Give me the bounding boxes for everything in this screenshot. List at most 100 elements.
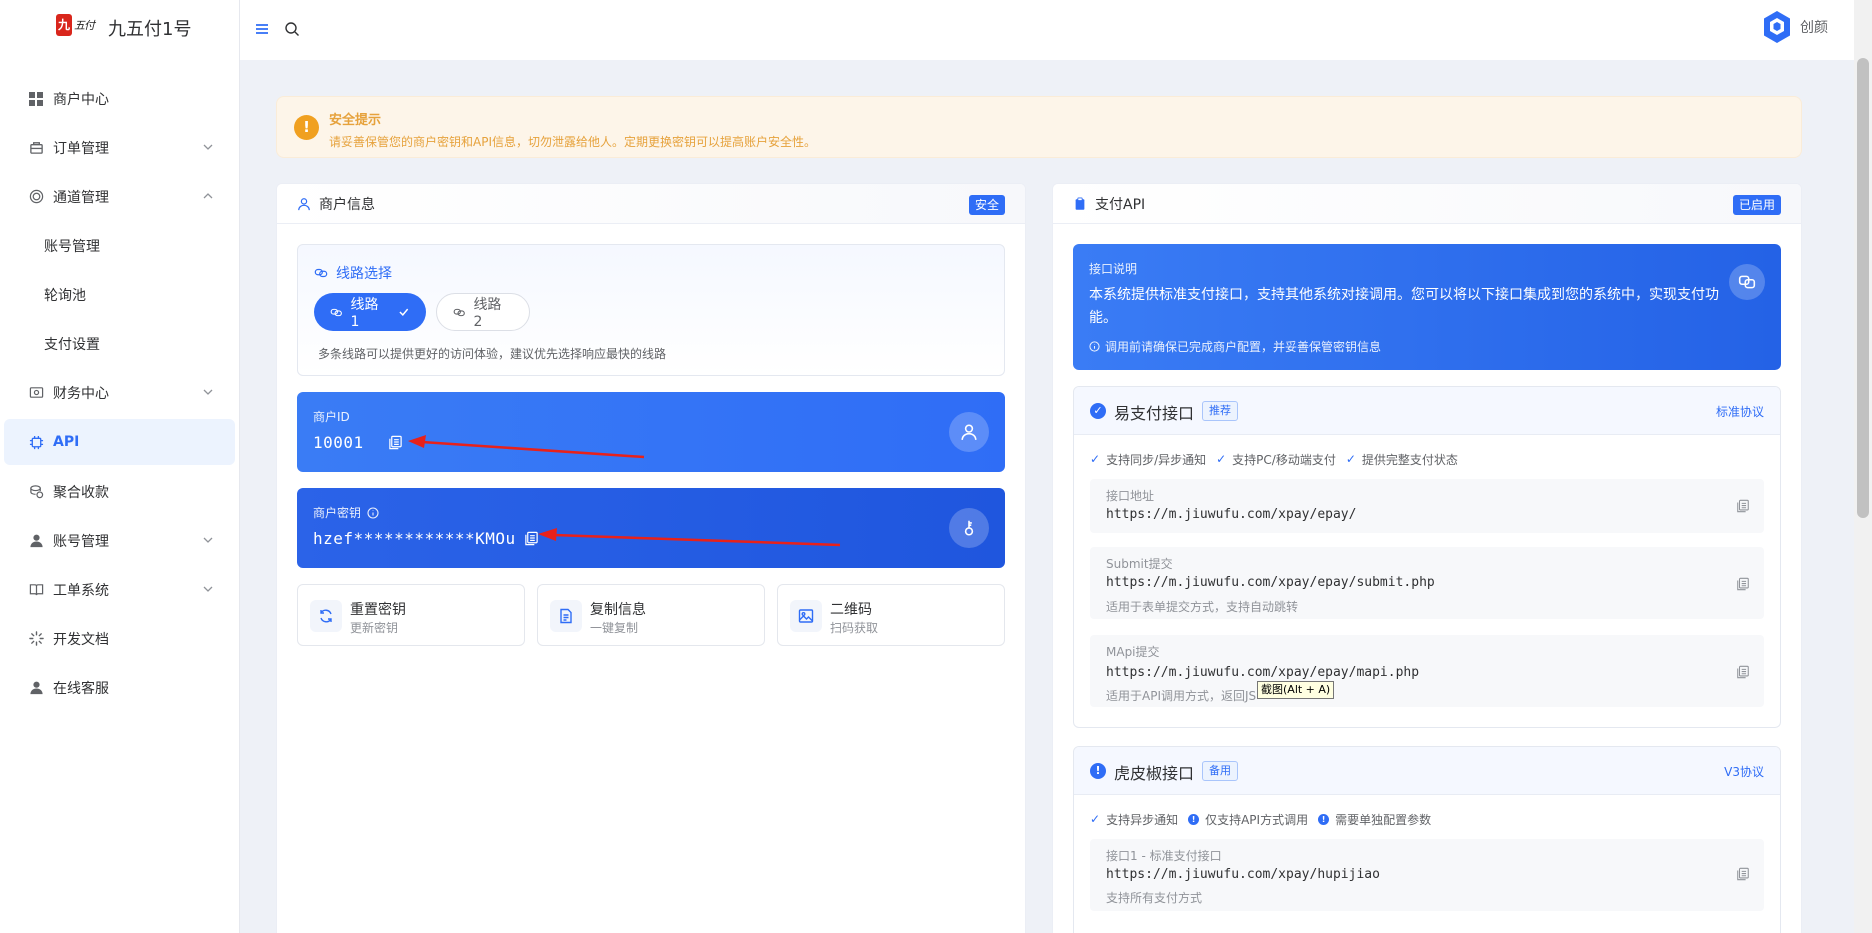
feature-item: ! 仅支持API方式调用	[1188, 811, 1308, 828]
chevron-down-icon	[203, 144, 213, 150]
sidebar-nav: 商户中心 订单管理 通道管理 账号管理 轮询池 支付设置 财务中心 API 聚合…	[0, 56, 239, 712]
sidebar-item-finance[interactable]: 财务中心	[0, 368, 239, 417]
copy-info-button[interactable]: 复制信息 一键复制	[537, 584, 765, 646]
sidebar-item-account-management[interactable]: 账号管理	[0, 516, 239, 565]
logo-area: 九 五付 九五付1号	[0, 0, 239, 56]
warning-icon: !	[294, 115, 319, 140]
route-title: 线路选择	[314, 263, 392, 283]
search-icon[interactable]	[284, 21, 300, 37]
channel-icon	[28, 189, 44, 205]
image-icon	[790, 600, 822, 632]
intro-note-row: 调用前请确保已完成商户配置，并妥善保管密钥信息	[1089, 338, 1381, 355]
enabled-badge: 已启用	[1732, 195, 1781, 215]
endpoint-item: 接口1 - 标准支付接口 https://m.jiuwufu.com/xpay/…	[1090, 839, 1764, 911]
logo-seal: 九	[56, 14, 72, 36]
action-title: 重置密钥	[350, 602, 406, 618]
sidebar-item-api[interactable]: API	[4, 419, 235, 465]
sidebar-item-accounts[interactable]: 账号管理	[0, 221, 239, 270]
endpoint-desc: 适用于API调用方式，返回JS	[1106, 689, 1257, 703]
endpoint-desc: 适用于表单提交方式，支持自动跳转	[1106, 600, 1299, 614]
feature-item: ! 需要单独配置参数	[1318, 811, 1431, 828]
user-outline-icon	[298, 197, 310, 210]
merchant-id-label: 商户ID	[313, 410, 350, 424]
feature-label: 仅支持API方式调用	[1205, 812, 1309, 827]
annotation-arrow	[408, 435, 645, 459]
sidebar-item-payment-settings[interactable]: 支付设置	[0, 319, 239, 368]
card-header: 支付API	[1053, 184, 1801, 224]
spinner-icon	[28, 631, 44, 647]
copy-icon[interactable]	[1736, 867, 1750, 881]
sidebar-item-docs[interactable]: 开发文档	[0, 614, 239, 663]
coins-icon	[28, 484, 44, 500]
chevron-down-icon	[203, 389, 213, 395]
scrollbar-thumb[interactable]	[1857, 58, 1869, 518]
feature-item: ✓ 支持同步/异步通知	[1090, 451, 1206, 468]
exclamation-icon: !	[1188, 813, 1200, 825]
intro-text: 本系统提供标准支付接口，支持其他系统对接调用。您可以将以下接口集成到您的系统中，…	[1089, 287, 1719, 326]
sidebar-item-label: 在线客服	[53, 680, 109, 697]
sidebar: 九 五付 九五付1号 商户中心 订单管理 通道管理 账号管理 轮询池 支付设置	[0, 0, 240, 933]
endpoint-url[interactable]: https://m.jiuwufu.com/xpay/epay/mapi.php	[1106, 665, 1419, 680]
sidebar-item-tickets[interactable]: 工单系统	[0, 565, 239, 614]
action-subtitle: 一键复制	[590, 621, 639, 635]
feature-label: 提供完整支付状态	[1361, 452, 1458, 467]
card-title: 商户信息	[319, 196, 375, 213]
document-icon	[550, 600, 582, 632]
copy-icon[interactable]	[1736, 577, 1750, 591]
endpoint-label: MApi提交	[1106, 645, 1160, 659]
page-scrollbar[interactable]	[1854, 0, 1872, 933]
sidebar-item-merchant-center[interactable]: 商户中心	[0, 74, 239, 123]
sidebar-item-channels[interactable]: 通道管理	[0, 172, 239, 221]
feature-item: ✓ 支持PC/移动端支付	[1216, 451, 1336, 468]
route-selector: 线路选择 线路 1 线路 2 多条线路可以提供更好的访问体验，建议优先选择响应最…	[297, 244, 1005, 376]
feature-list: ✓ 支持异步通知 ! 仅支持API方式调用 ! 需要单独配置参数	[1090, 811, 1441, 827]
protocol-link[interactable]: V3协议	[1724, 763, 1764, 780]
qrcode-button[interactable]: 二维码 扫码获取	[777, 584, 1005, 646]
feature-label: 支持同步/异步通知	[1106, 452, 1207, 467]
reset-key-button[interactable]: 重置密钥 更新密钥	[297, 584, 525, 646]
sidebar-item-orders[interactable]: 订单管理	[0, 123, 239, 172]
chevron-down-icon	[203, 537, 213, 543]
app-title: 九五付1号	[108, 19, 192, 40]
route-note: 多条线路可以提供更好的访问体验，建议优先选择响应最快的线路	[318, 347, 667, 361]
logo-script: 五付	[74, 19, 95, 32]
user-avatar-icon	[949, 412, 989, 452]
payment-api-card: 支付API 已启用 接口说明 本系统提供标准支付接口，支持其他系统对接调用。您可…	[1052, 183, 1802, 933]
user-icon	[28, 533, 44, 549]
brand[interactable]: 创颜	[1762, 10, 1828, 44]
hupijiao-interface-panel: ! 虎皮椒接口 备用 V3协议 ✓ 支持异步通知 ! 仅支持API方式调用 ! 需要单…	[1073, 746, 1781, 933]
copy-icon[interactable]	[1736, 499, 1750, 513]
protocol-link[interactable]: 标准协议	[1716, 403, 1764, 420]
endpoint-url[interactable]: https://m.jiuwufu.com/xpay/epay/submit.p…	[1106, 575, 1435, 590]
check-icon: ✓	[1216, 452, 1227, 466]
sidebar-item-support[interactable]: 在线客服	[0, 663, 239, 712]
sidebar-item-label: 财务中心	[53, 385, 109, 402]
route-2-button[interactable]: 线路 2	[436, 293, 530, 331]
logo: 九 五付	[56, 14, 98, 38]
merchant-key-value: hzef************KMOu	[313, 529, 516, 548]
intro-note: 调用前请确保已完成商户配置，并妥善保管密钥信息	[1105, 340, 1382, 354]
wallet-icon	[28, 385, 44, 401]
copy-icon[interactable]	[1736, 665, 1750, 679]
menu-toggle-icon[interactable]	[254, 21, 270, 37]
sidebar-item-label: 账号管理	[53, 533, 109, 550]
route-1-button[interactable]: 线路 1	[314, 293, 426, 331]
annotation-arrow	[538, 528, 841, 547]
interface-title: 虎皮椒接口	[1114, 764, 1195, 783]
endpoint-url[interactable]: https://m.jiuwufu.com/xpay/hupijiao	[1106, 867, 1380, 882]
sidebar-item-label: 聚合收款	[53, 484, 109, 501]
info-icon	[1089, 341, 1100, 352]
sidebar-item-polling-pool[interactable]: 轮询池	[0, 270, 239, 319]
info-icon[interactable]	[367, 506, 379, 519]
sidebar-item-aggregate[interactable]: 聚合收款	[0, 467, 239, 516]
feature-item: ✓ 支持异步通知	[1090, 811, 1178, 828]
endpoint-url[interactable]: https://m.jiuwufu.com/xpay/epay/	[1106, 507, 1356, 522]
check-icon: ✓	[1345, 452, 1356, 466]
backup-tag: 备用	[1202, 761, 1238, 781]
route-title-label: 线路选择	[336, 266, 392, 282]
chevron-down-icon	[203, 586, 213, 592]
feature-list: ✓ 支持同步/异步通知 ✓ 支持PC/移动端支付 ✓ 提供完整支付状态	[1090, 451, 1468, 467]
grid-icon	[28, 91, 44, 107]
merchant-key-label: 商户密钥	[313, 506, 362, 520]
card-title: 支付API	[1095, 196, 1146, 213]
